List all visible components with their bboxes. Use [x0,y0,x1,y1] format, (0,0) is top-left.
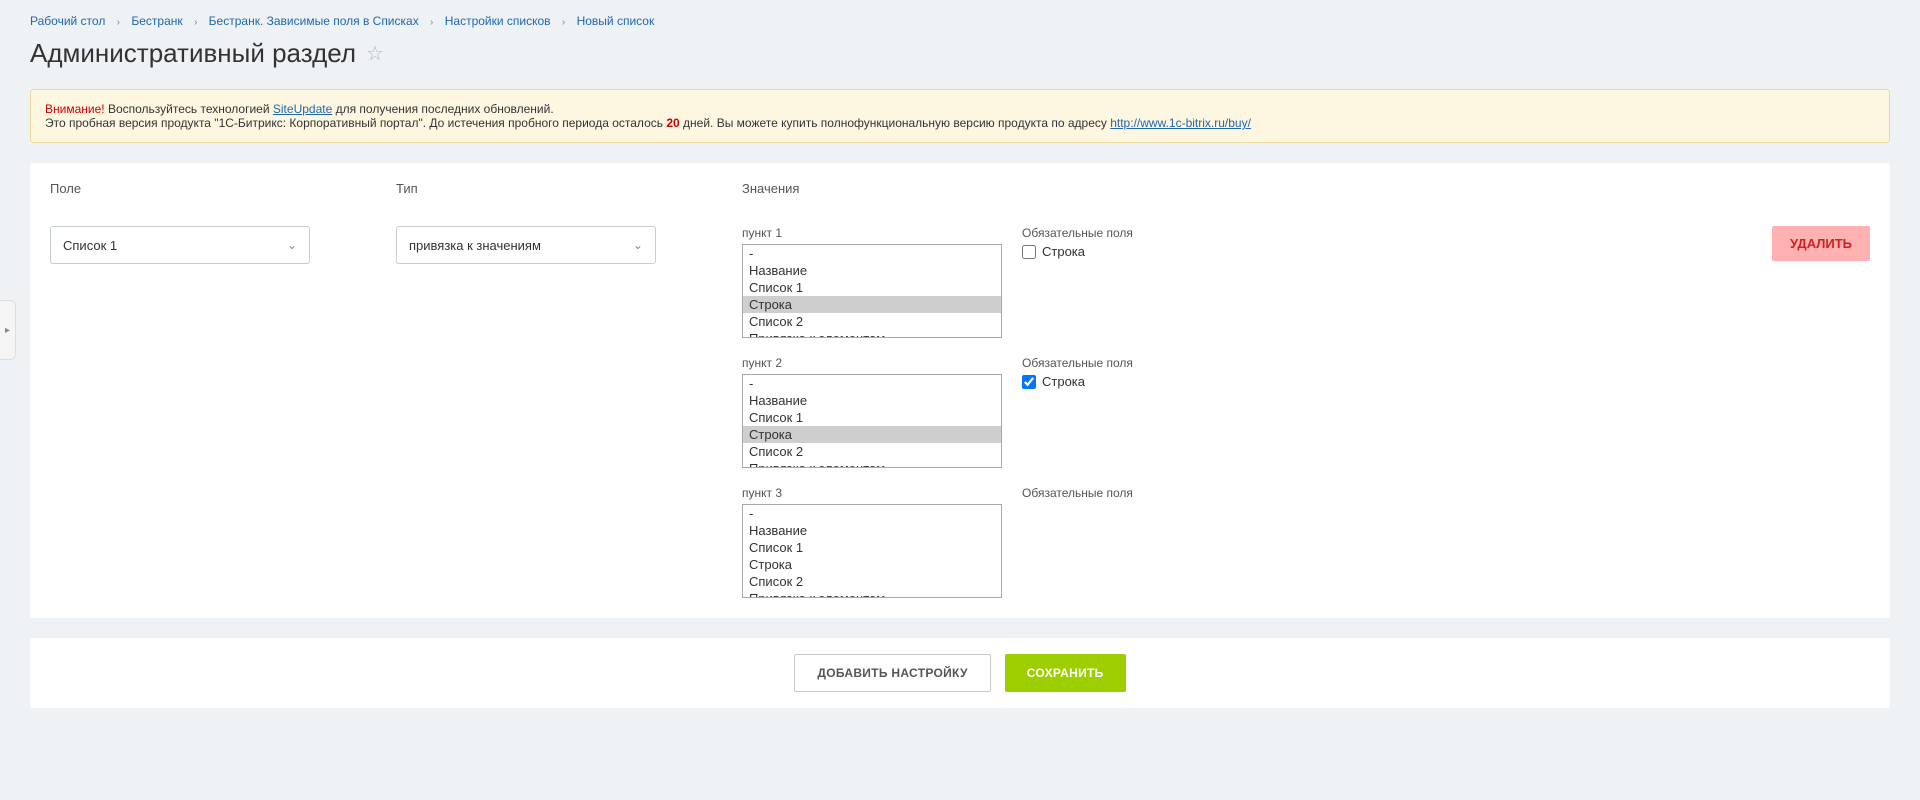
multiselect-option[interactable]: Привязка к элементам [743,590,1001,598]
settings-panel: Поле Тип Значения Список 1 ⌄ привязка к … [30,163,1890,618]
field-select-value: Список 1 [63,238,117,253]
value-block: пункт 3 -НазваниеСписок 1СтрокаСписок 2Пр… [742,486,1870,598]
multiselect-option[interactable]: Список 2 [743,573,1001,590]
multiselect-option[interactable]: Строка [743,296,1001,313]
value-block-label: пункт 1 [742,226,1002,240]
field-select[interactable]: Список 1 ⌄ [50,226,310,264]
chevron-right-icon: › [117,17,120,28]
required-checkbox[interactable] [1022,375,1036,389]
collapse-handle[interactable]: ▸ [0,300,16,360]
column-header-type: Тип [396,181,742,196]
notice-text: Это пробная версия продукта "1С-Битрикс:… [45,116,666,130]
chevron-right-icon: › [430,17,433,28]
delete-button[interactable]: УДАЛИТЬ [1772,226,1870,261]
breadcrumb-item[interactable]: Рабочий стол [30,14,105,28]
breadcrumb-item[interactable]: Бестранк [131,14,182,28]
multiselect-option[interactable]: Список 2 [743,313,1001,330]
breadcrumb-item[interactable]: Настройки списков [445,14,551,28]
notice-text: Воспользуйтесь технологией [105,102,273,116]
multiselect-option[interactable]: Название [743,392,1001,409]
multiselect-option[interactable]: Строка [743,556,1001,573]
multiselect-option[interactable]: - [743,375,1001,392]
trial-notice: Внимание! Воспользуйтесь технологией Sit… [30,89,1890,143]
value-block-label: пункт 3 [742,486,1002,500]
chevron-down-icon: ⌄ [633,238,643,252]
multiselect-option[interactable]: - [743,245,1001,262]
notice-warn-label: Внимание! [45,102,105,116]
multiselect-option[interactable]: Строка [743,426,1001,443]
add-setting-button[interactable]: ДОБАВИТЬ НАСТРОЙКУ [794,654,990,692]
buy-link[interactable]: http://www.1c-bitrix.ru/buy/ [1110,116,1251,130]
required-checkbox-label: Строка [1042,374,1085,389]
required-checkbox[interactable] [1022,245,1036,259]
multiselect-option[interactable]: Список 1 [743,279,1001,296]
multiselect-option[interactable]: Список 1 [743,539,1001,556]
footer-buttons: ДОБАВИТЬ НАСТРОЙКУ СОХРАНИТЬ [30,638,1890,708]
multiselect-option[interactable]: Список 2 [743,443,1001,460]
siteupdate-link[interactable]: SiteUpdate [273,102,332,116]
required-fields-label: Обязательные поля [1022,356,1133,370]
multiselect-option[interactable]: Привязка к элементам [743,330,1001,338]
multiselect-option[interactable]: Список 1 [743,409,1001,426]
multiselect-option[interactable]: Название [743,522,1001,539]
type-select-value: привязка к значениям [409,238,541,253]
value-block: пункт 1-НазваниеСписок 1СтрокаСписок 2Пр… [742,226,1870,338]
multiselect-option[interactable]: Название [743,262,1001,279]
breadcrumb-item[interactable]: Новый список [577,14,655,28]
favorite-star-icon[interactable]: ☆ [366,41,384,66]
chevron-right-icon: › [562,17,565,28]
notice-text: для получения последних обновлений. [332,102,553,116]
field-multiselect[interactable]: -НазваниеСписок 1СтрокаСписок 2Привязка … [742,244,1002,338]
save-button[interactable]: СОХРАНИТЬ [1005,654,1126,692]
type-select[interactable]: привязка к значениям ⌄ [396,226,656,264]
chevron-down-icon: ⌄ [287,238,297,252]
multiselect-option[interactable]: Привязка к элементам [743,460,1001,468]
page-title: Административный раздел [30,38,356,69]
required-checkbox-label: Строка [1042,244,1085,259]
required-fields-label: Обязательные поля [1022,226,1133,240]
required-fields-label: Обязательные поля [1022,486,1133,500]
breadcrumb-item[interactable]: Бестранк. Зависимые поля в Списках [209,14,419,28]
value-block: пункт 2-НазваниеСписок 1СтрокаСписок 2Пр… [742,356,1870,468]
field-multiselect[interactable]: -НазваниеСписок 1СтрокаСписок 2Привязка … [742,374,1002,468]
notice-text: дней. Вы можете купить полнофункциональн… [680,116,1111,130]
column-header-field: Поле [50,181,396,196]
chevron-right-icon: › [194,17,197,28]
multiselect-option[interactable]: - [743,505,1001,522]
column-header-values: Значения [742,181,1870,196]
breadcrumb: Рабочий стол › Бестранк › Бестранк. Зави… [30,0,1890,38]
value-block-label: пункт 2 [742,356,1002,370]
field-multiselect[interactable]: -НазваниеСписок 1СтрокаСписок 2Привязка … [742,504,1002,598]
days-remaining: 20 [666,116,679,130]
